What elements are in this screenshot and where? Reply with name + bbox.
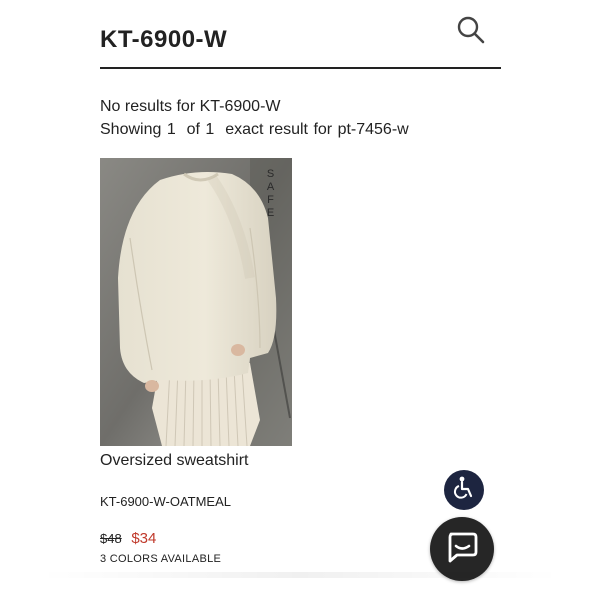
original-price: $48 bbox=[100, 531, 122, 546]
showing-results-message: Showing 1 of 1 exact result for pt-7456-… bbox=[100, 121, 409, 138]
search-header: KT-6900-W bbox=[100, 16, 500, 70]
product-image[interactable]: SAFE bbox=[100, 158, 292, 446]
sale-price: $34 bbox=[131, 530, 157, 547]
product-sku: KT-6900-W-OATMEAL bbox=[100, 494, 231, 509]
image-watermark: SAFE bbox=[266, 168, 278, 219]
chat-bubble-icon bbox=[445, 530, 479, 569]
product-card[interactable]: SAFE bbox=[100, 158, 292, 446]
header-divider bbox=[100, 67, 501, 69]
product-name[interactable]: Oversized sweatshirt bbox=[100, 452, 249, 470]
price-row: $48 $34 bbox=[100, 530, 156, 547]
accessibility-button[interactable] bbox=[444, 470, 484, 510]
no-results-message: No results for KT-6900-W bbox=[100, 98, 281, 115]
footer-divider bbox=[40, 572, 560, 578]
colors-available: 3 COLORS AVAILABLE bbox=[100, 553, 222, 565]
accessibility-icon bbox=[451, 475, 477, 506]
search-query-title[interactable]: KT-6900-W bbox=[100, 26, 227, 54]
search-icon[interactable] bbox=[454, 13, 488, 47]
